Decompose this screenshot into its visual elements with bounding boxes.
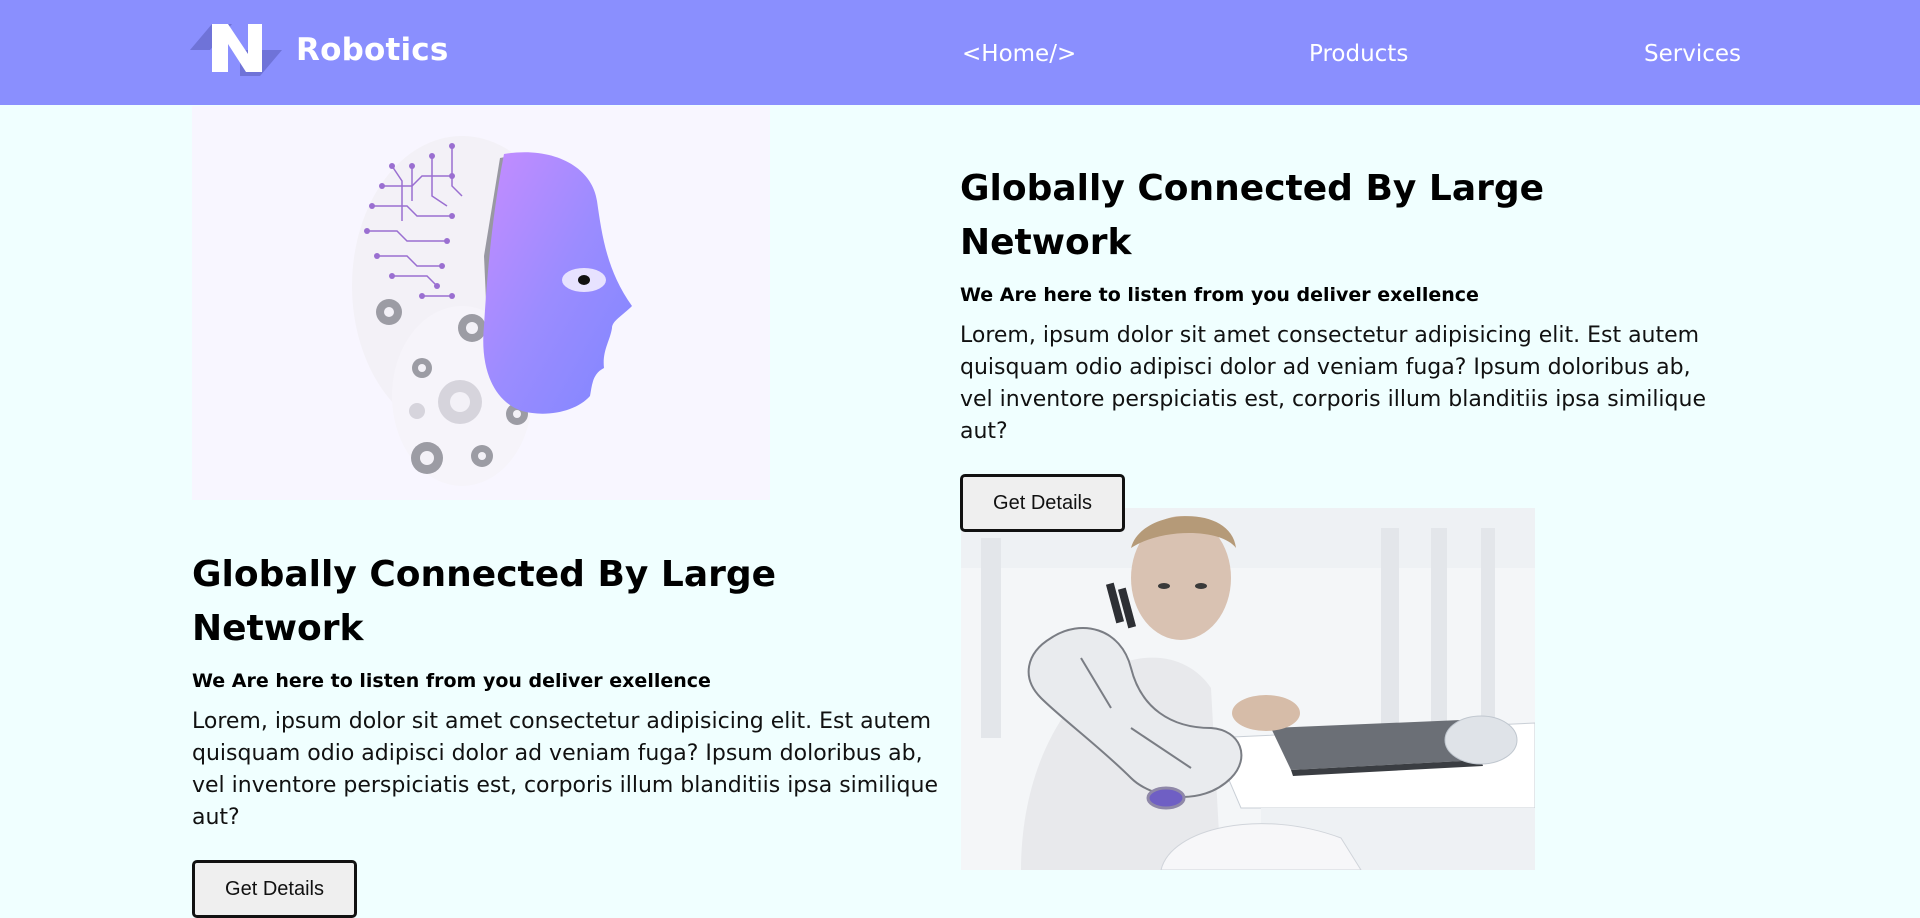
cyborg-arm-photo [961, 508, 1535, 870]
nav-home-link[interactable]: <Home/> [962, 41, 1076, 67]
nav-services-link[interactable]: Services [1644, 41, 1741, 67]
feature-title: Globally Connected By Large Network [960, 168, 1545, 263]
feature-body: Lorem, ipsum dolor sit amet consectetur … [960, 323, 1706, 444]
brand-name: Robotics [296, 32, 449, 68]
brand[interactable]: Robotics [190, 24, 449, 76]
feature-body: Lorem, ipsum dolor sit amet consectetur … [192, 709, 938, 830]
get-details-button[interactable]: Get Details [192, 860, 357, 918]
feature-section-1: Globally Connected By Large Network We A… [960, 162, 1720, 532]
feature-subtitle: We Are here to listen from you deliver e… [960, 284, 1479, 306]
nav-products-link[interactable]: Products [1309, 41, 1408, 67]
robot-head-illustration [192, 106, 770, 500]
navbar: Robotics <Home/> Products Services [0, 0, 1920, 105]
feature-section-2: Globally Connected By Large Network We A… [192, 548, 952, 918]
feature-subtitle: We Are here to listen from you deliver e… [192, 670, 711, 692]
get-details-button[interactable]: Get Details [960, 474, 1125, 532]
robotics-logo-icon [190, 24, 282, 76]
feature-title: Globally Connected By Large Network [192, 554, 777, 649]
